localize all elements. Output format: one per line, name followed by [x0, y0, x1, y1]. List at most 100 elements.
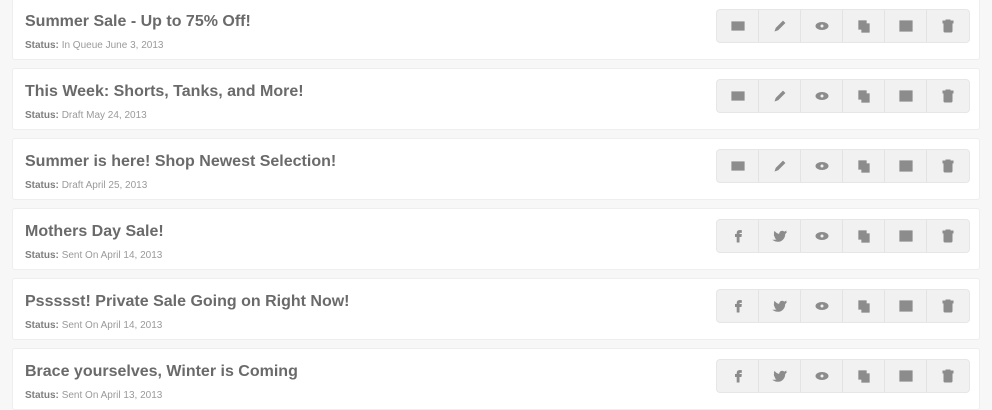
campaign-title[interactable]: Mothers Day Sale! — [25, 223, 164, 241]
campaign-date: April 13, 2013 — [100, 390, 163, 401]
copy-icon — [857, 230, 870, 243]
campaign-title[interactable]: Summer is here! Shop Newest Selection! — [25, 153, 336, 171]
status-label: Status: — [25, 250, 59, 261]
campaign-date: April 14, 2013 — [100, 250, 163, 261]
preview-button[interactable] — [801, 10, 843, 42]
duplicate-button[interactable] — [843, 220, 885, 252]
status-label: Status: — [25, 180, 59, 191]
eye-icon — [815, 232, 828, 240]
delete-button[interactable] — [927, 10, 969, 42]
campaign-row[interactable]: Pssssst! Private Sale Going on Right Now… — [12, 278, 980, 340]
envelope-icon — [730, 21, 745, 31]
campaign-title[interactable]: This Week: Shorts, Tanks, and More! — [25, 83, 304, 101]
status-label: Status: — [25, 110, 59, 121]
preview-button[interactable] — [801, 360, 843, 392]
envelope-icon — [730, 161, 745, 171]
email-button[interactable] — [717, 150, 759, 182]
eye-icon — [815, 302, 828, 310]
preview-button[interactable] — [801, 150, 843, 182]
status-value: In Queue — [61, 40, 103, 51]
status-label: Status: — [25, 390, 59, 401]
facebook-icon — [734, 369, 742, 383]
report-button[interactable] — [885, 10, 927, 42]
preview-button[interactable] — [801, 290, 843, 322]
facebook-button[interactable] — [717, 360, 759, 392]
twitter-icon — [771, 370, 787, 382]
campaign-date: April 14, 2013 — [100, 320, 163, 331]
campaign-title[interactable]: Summer Sale - Up to 75% Off! — [25, 13, 251, 31]
status-value: Sent On — [61, 250, 99, 261]
preview-button[interactable] — [801, 80, 843, 112]
pencil-icon — [774, 90, 785, 102]
campaign-title[interactable]: Pssssst! Private Sale Going on Right Now… — [25, 293, 350, 311]
delete-button[interactable] — [927, 150, 969, 182]
chart-icon — [898, 20, 913, 32]
pencil-icon — [774, 160, 785, 172]
chart-icon — [898, 90, 913, 102]
report-button[interactable] — [885, 220, 927, 252]
edit-button[interactable] — [759, 10, 801, 42]
report-button[interactable] — [885, 150, 927, 182]
campaign-meta: Status: Sent On April 13, 2013 — [25, 390, 162, 401]
action-toolbar — [716, 149, 970, 183]
campaign-row[interactable]: Mothers Day Sale! Status: Sent On April … — [12, 208, 980, 270]
duplicate-button[interactable] — [843, 10, 885, 42]
action-toolbar — [716, 219, 970, 253]
trash-icon — [942, 89, 954, 103]
report-button[interactable] — [885, 80, 927, 112]
campaign-meta: Status: Sent On April 14, 2013 — [25, 320, 162, 331]
report-button[interactable] — [885, 290, 927, 322]
trash-icon — [942, 299, 954, 313]
eye-icon — [815, 92, 828, 100]
campaign-row[interactable]: Brace yourselves, Winter is Coming Statu… — [12, 348, 980, 410]
preview-button[interactable] — [801, 220, 843, 252]
copy-icon — [857, 370, 870, 383]
campaign-title[interactable]: Brace yourselves, Winter is Coming — [25, 363, 298, 381]
campaign-date: May 24, 2013 — [86, 110, 147, 121]
action-toolbar — [716, 79, 970, 113]
campaign-meta: Status: Draft April 25, 2013 — [25, 180, 147, 191]
campaign-row[interactable]: Summer is here! Shop Newest Selection! S… — [12, 138, 980, 200]
action-toolbar — [716, 289, 970, 323]
twitter-button[interactable] — [759, 360, 801, 392]
email-button[interactable] — [717, 10, 759, 42]
twitter-icon — [771, 230, 787, 242]
campaign-meta: Status: Sent On April 14, 2013 — [25, 250, 162, 261]
duplicate-button[interactable] — [843, 360, 885, 392]
twitter-button[interactable] — [759, 220, 801, 252]
campaign-meta: Status: Draft May 24, 2013 — [25, 110, 147, 121]
campaign-row[interactable]: Summer Sale - Up to 75% Off! Status: In … — [12, 0, 980, 60]
chart-icon — [898, 160, 913, 172]
chart-icon — [898, 230, 913, 242]
copy-icon — [857, 160, 870, 173]
status-value: Draft — [61, 180, 84, 191]
eye-icon — [815, 22, 828, 30]
twitter-button[interactable] — [759, 290, 801, 322]
trash-icon — [942, 369, 954, 383]
facebook-button[interactable] — [717, 220, 759, 252]
campaign-row[interactable]: This Week: Shorts, Tanks, and More! Stat… — [12, 68, 980, 130]
delete-button[interactable] — [927, 290, 969, 322]
copy-icon — [857, 90, 870, 103]
twitter-icon — [771, 300, 787, 312]
status-value: Draft — [61, 110, 84, 121]
eye-icon — [815, 162, 828, 170]
envelope-icon — [730, 91, 745, 101]
duplicate-button[interactable] — [843, 150, 885, 182]
duplicate-button[interactable] — [843, 80, 885, 112]
email-button[interactable] — [717, 80, 759, 112]
delete-button[interactable] — [927, 80, 969, 112]
report-button[interactable] — [885, 360, 927, 392]
edit-button[interactable] — [759, 150, 801, 182]
facebook-button[interactable] — [717, 290, 759, 322]
status-value: Sent On — [61, 390, 99, 401]
delete-button[interactable] — [927, 220, 969, 252]
delete-button[interactable] — [927, 360, 969, 392]
trash-icon — [942, 159, 954, 173]
duplicate-button[interactable] — [843, 290, 885, 322]
campaign-date: April 25, 2013 — [85, 180, 148, 191]
trash-icon — [942, 19, 954, 33]
edit-button[interactable] — [759, 80, 801, 112]
facebook-icon — [734, 229, 742, 243]
chart-icon — [898, 300, 913, 312]
